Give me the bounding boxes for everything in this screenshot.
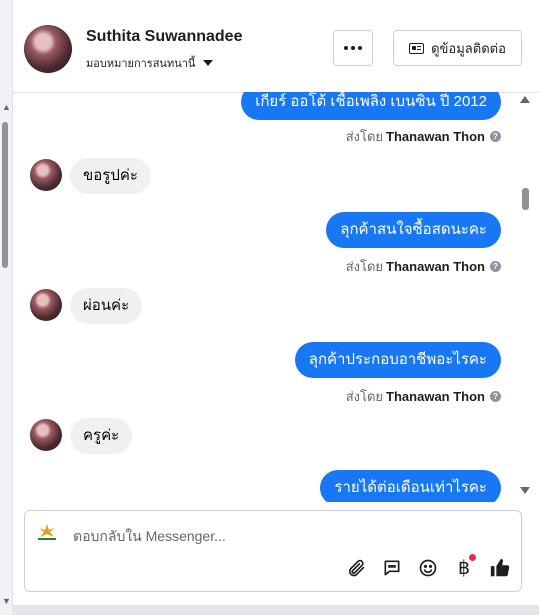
notification-dot: [469, 554, 476, 561]
incoming-message[interactable]: ครูค่ะ: [70, 418, 133, 454]
sender-name: Thanawan Thon: [386, 259, 485, 274]
message-composer[interactable]: ตอบกลับใน Messenger... ฿: [24, 510, 522, 592]
sender-name: Thanawan Thon: [386, 389, 485, 404]
outer-scroll-thumb[interactable]: [2, 122, 8, 268]
saved-reply-icon[interactable]: [381, 557, 403, 579]
emoji-icon[interactable]: [417, 557, 439, 579]
contact-card-icon: [409, 42, 425, 54]
sent-by-prefix: ส่งโดย: [345, 129, 384, 144]
outgoing-message[interactable]: เกียร์ ออโต้ เชื้อเพลิง เบนซิน ปี 2012: [241, 92, 501, 120]
sent-by-label: ส่งโดย Thanawan Thon ?: [346, 256, 501, 277]
contact-avatar-small[interactable]: [30, 159, 62, 191]
assign-conversation-dropdown[interactable]: มอบหมายการสนทนานี้: [86, 54, 214, 72]
outgoing-message[interactable]: ลุกค้าประกอบอาชีพอะไรคะ: [294, 342, 501, 378]
sent-by-label: ส่งโดย Thanawan Thon ?: [346, 126, 501, 147]
more-options-button[interactable]: [333, 30, 373, 66]
contact-avatar-small[interactable]: [30, 419, 62, 451]
sender-name: Thanawan Thon: [386, 129, 485, 144]
more-dot-icon: [351, 46, 355, 50]
like-icon[interactable]: [489, 557, 511, 579]
help-icon[interactable]: ?: [490, 391, 501, 402]
help-icon[interactable]: ?: [490, 261, 501, 272]
sent-by-label: ส่งโดย Thanawan Thon ?: [346, 386, 501, 407]
contact-avatar[interactable]: [24, 25, 72, 73]
paperclip-icon[interactable]: [345, 557, 367, 579]
view-contact-info-label: ดูข้อมูลติดต่อ: [431, 40, 506, 56]
thread-scroll-up-icon[interactable]: [520, 96, 530, 103]
incoming-message[interactable]: ขอรูปค่ะ: [70, 158, 151, 194]
outer-scroll-down-icon[interactable]: ▼: [2, 596, 11, 606]
view-contact-info-button[interactable]: ดูข้อมูลติดต่อ: [393, 30, 522, 66]
contact-avatar-small[interactable]: [30, 289, 62, 321]
thread-scroll-thumb[interactable]: [522, 188, 529, 210]
reply-input[interactable]: ตอบกลับใน Messenger...: [73, 526, 226, 548]
sent-by-prefix: ส่งโดย: [345, 389, 384, 404]
help-icon[interactable]: ?: [490, 131, 501, 142]
thread-scroll-down-icon[interactable]: [520, 487, 530, 494]
outer-scrollbar[interactable]: ▲ ▼: [0, 0, 12, 615]
outgoing-message[interactable]: รายได้ต่อเดือนเท่าไรคะ: [320, 470, 501, 502]
message-thread[interactable]: เกียร์ ออโต้ เชื้อเพลิง เบนซิน ปี 2012 ส…: [13, 92, 539, 502]
assign-label: มอบหมายการสนทนานี้: [86, 58, 196, 70]
page-logo-icon: [38, 524, 56, 540]
contact-name[interactable]: Suthita Suwannadee: [86, 28, 242, 46]
more-dot-icon: [358, 46, 362, 50]
more-dot-icon: [344, 46, 348, 50]
conversation-header: Suthita Suwannadee มอบหมายการสนทนานี้ ดู…: [13, 0, 539, 93]
composer-toolbar: ฿: [345, 554, 511, 579]
conversation-panel: Suthita Suwannadee มอบหมายการสนทนานี้ ดู…: [12, 0, 539, 605]
baht-payment-icon[interactable]: ฿: [453, 554, 476, 579]
outgoing-message[interactable]: ลุกค้าสนใจซื้อสดนะคะ: [326, 212, 501, 248]
incoming-message[interactable]: ผ่อนค่ะ: [70, 288, 143, 324]
caret-down-icon: [203, 60, 214, 66]
page-bottom-edge: [12, 605, 539, 615]
baht-symbol: ฿: [457, 557, 471, 579]
outer-scroll-up-icon[interactable]: ▲: [2, 102, 11, 112]
sent-by-prefix: ส่งโดย: [345, 259, 384, 274]
